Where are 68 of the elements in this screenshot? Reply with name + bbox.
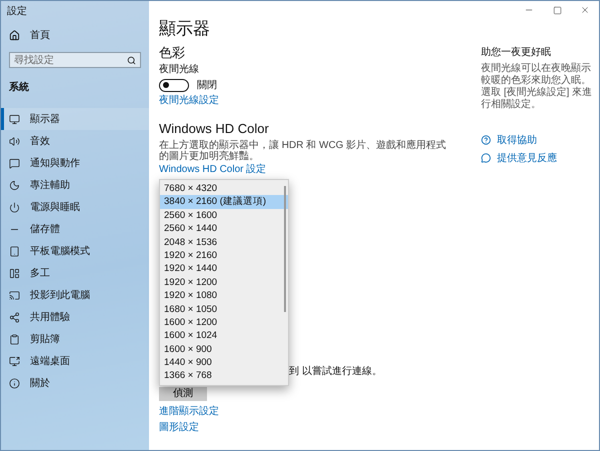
dropdown-option[interactable]: 1920 × 2160 bbox=[160, 248, 288, 262]
setting-label: 夜間光線 bbox=[159, 64, 199, 76]
settings-link[interactable]: 圖形設定 bbox=[159, 422, 199, 434]
share-icon bbox=[9, 312, 20, 322]
info-icon bbox=[9, 378, 20, 388]
sidebar-item[interactable]: 投影到此電腦 bbox=[1, 284, 149, 306]
dropdown-option[interactable]: 1920 × 1080 bbox=[160, 289, 288, 303]
clipboard-icon bbox=[9, 334, 20, 344]
sidebar-item[interactable]: 通知與動作 bbox=[1, 152, 149, 174]
panels-icon bbox=[9, 268, 20, 278]
cast-icon bbox=[9, 290, 20, 300]
chat-icon bbox=[481, 153, 491, 163]
dropdown-option[interactable]: 3840 × 2160 (建議選項) bbox=[160, 195, 288, 209]
dropdown-option[interactable]: 1920 × 1200 bbox=[160, 276, 288, 290]
help-icon bbox=[481, 135, 491, 145]
close-icon bbox=[580, 5, 590, 15]
sidebar-item[interactable]: 平板電腦模式 bbox=[1, 240, 149, 262]
help-link[interactable]: 取得協助 bbox=[481, 133, 593, 147]
window-title: 設定 bbox=[6, 4, 28, 19]
dropdown-option[interactable]: 1366 × 768 bbox=[160, 369, 288, 383]
description-text: 在上方選取的顯示器中，讓 HDR 和 WCG 影片、遊戲和應用程式的圖片更加明亮鮮豔。 bbox=[159, 140, 448, 162]
sidebar-item[interactable]: 共用體驗 bbox=[1, 306, 149, 328]
dropdown-option[interactable]: 2048 × 1536 bbox=[160, 236, 288, 249]
settings-link[interactable]: 夜間光線設定 bbox=[159, 95, 219, 107]
sidebar-item[interactable]: 音效 bbox=[1, 130, 149, 152]
sidebar-item[interactable]: 儲存體 bbox=[1, 218, 149, 240]
message-icon bbox=[9, 158, 20, 168]
sidebar-item[interactable]: 電源與睡眠 bbox=[1, 196, 149, 218]
aside-text: 夜間光線可以在夜晚顯示較暖的色彩來助您入眠。選取 [夜間光線設定] 來進行相關設定。 bbox=[481, 63, 593, 111]
power-icon bbox=[9, 202, 20, 212]
toggle-switch[interactable] bbox=[159, 79, 189, 92]
dropdown-option[interactable]: 7680 × 4320 bbox=[160, 182, 288, 196]
dropdown-option[interactable]: 1600 × 900 bbox=[160, 342, 288, 356]
toggle-state: 關閉 bbox=[197, 80, 217, 92]
dropdown-option[interactable]: 1680 × 1050 bbox=[160, 302, 288, 316]
settings-link[interactable]: 進階顯示設定 bbox=[159, 406, 219, 418]
section-heading: 系統 bbox=[8, 80, 30, 94]
home-link[interactable]: 首頁 bbox=[1, 24, 149, 46]
aside-title: 助您一夜更好眠 bbox=[481, 46, 552, 59]
moon-icon bbox=[9, 180, 20, 190]
search-icon bbox=[127, 56, 136, 65]
dropdown-option[interactable]: 1920 × 1440 bbox=[160, 262, 288, 276]
monitor-icon bbox=[9, 114, 20, 124]
maximize-icon bbox=[552, 6, 562, 14]
sidebar-item[interactable]: 顯示器 bbox=[1, 108, 149, 130]
tablet-icon bbox=[9, 246, 20, 256]
dropdown-option[interactable]: 2560 × 1600 bbox=[160, 208, 288, 222]
sidebar-item[interactable]: 遠端桌面 bbox=[1, 350, 149, 372]
sidebar-item[interactable]: 專注輔助 bbox=[1, 174, 149, 196]
dropdown-option[interactable]: 2560 × 1440 bbox=[160, 222, 288, 236]
section-heading: Windows HD Color bbox=[159, 121, 269, 136]
hint-text: 到 以嘗試進行連線。 bbox=[289, 366, 382, 378]
page-title: 顯示器 bbox=[159, 19, 210, 39]
speaker-icon bbox=[9, 136, 20, 146]
home-icon bbox=[9, 30, 20, 40]
dropdown-option[interactable]: 1440 × 900 bbox=[160, 356, 288, 370]
detect-button[interactable]: 偵測 bbox=[159, 387, 207, 401]
settings-link[interactable]: Windows HD Color 設定 bbox=[159, 164, 266, 176]
search-field[interactable]: 尋找設定 bbox=[9, 52, 141, 68]
sidebar-item[interactable]: 關於 bbox=[1, 372, 149, 394]
help-link[interactable]: 提供意見反應 bbox=[481, 151, 593, 165]
dropdown-option[interactable]: 1600 × 1200 bbox=[160, 316, 288, 330]
section-heading: 色彩 bbox=[159, 45, 185, 60]
sidebar-item[interactable]: 剪貼簿 bbox=[1, 328, 149, 350]
screen-share-icon bbox=[9, 356, 20, 366]
dropdown-option[interactable]: 1600 × 1024 bbox=[160, 329, 288, 343]
sidebar-item[interactable]: 多工 bbox=[1, 262, 149, 284]
scrollbar[interactable] bbox=[284, 186, 286, 312]
